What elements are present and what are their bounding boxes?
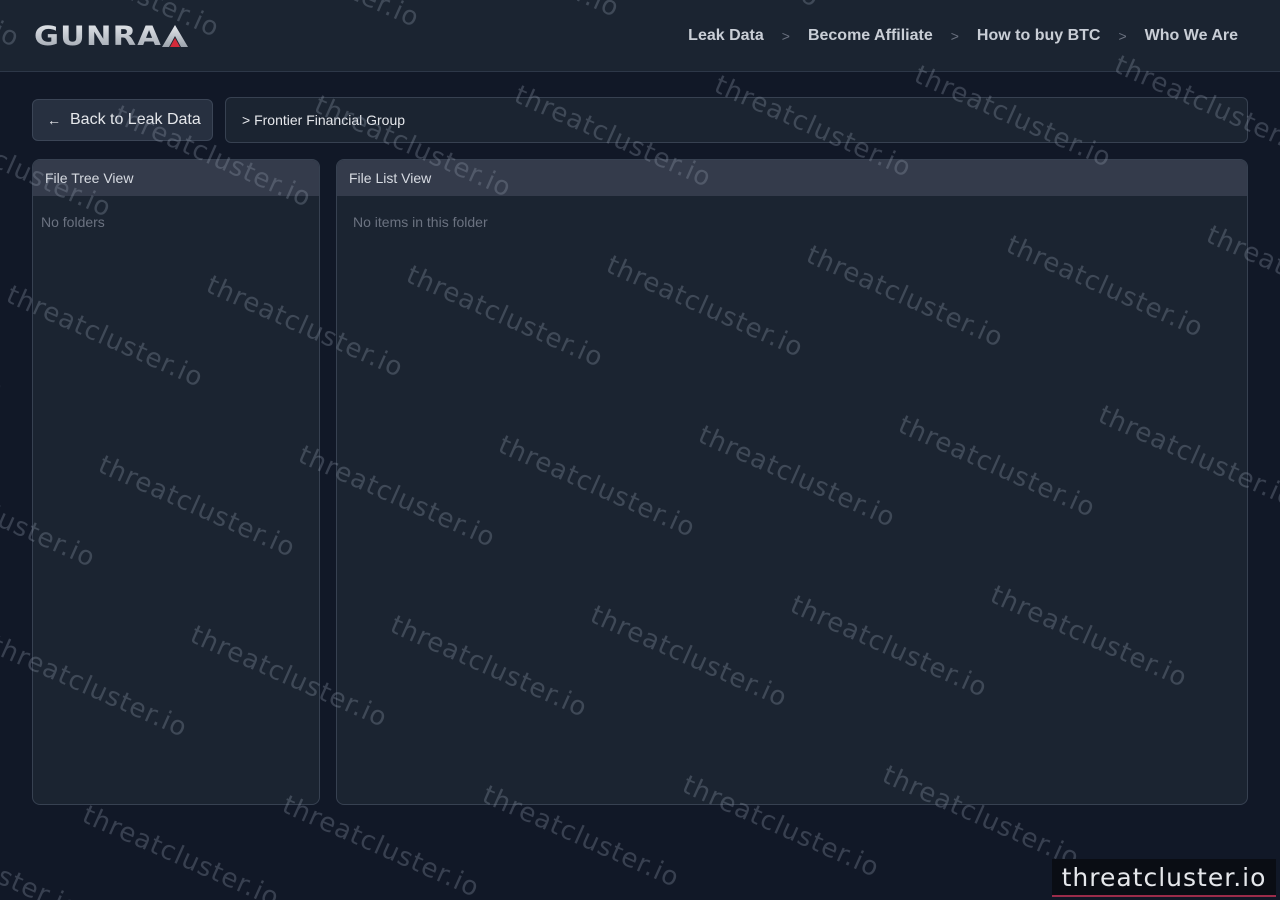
threatcluster-badge: threatcluster.io	[1052, 859, 1276, 897]
watermark-text: threatcluster.io	[0, 810, 84, 900]
back-to-leak-data-button[interactable]: ← Back to Leak Data	[32, 99, 213, 141]
arrow-left-icon: ←	[47, 112, 61, 128]
nav-separator: >	[950, 28, 959, 44]
watermark-text: threatcluster.io	[0, 290, 8, 404]
nav-become-affiliate[interactable]: Become Affiliate	[808, 27, 933, 45]
file-list-title: File List View	[349, 170, 432, 186]
site-header: GUNRA Leak Data > Become Affiliate > How…	[0, 0, 1280, 72]
file-list-header: File List View	[337, 160, 1247, 196]
watermark-text: threatcluster.io	[77, 800, 284, 900]
back-button-label: Back to Leak Data	[70, 111, 201, 128]
breadcrumb-current: > Frontier Financial Group	[242, 112, 406, 128]
nav-separator: >	[781, 28, 790, 44]
file-list-empty-message: No items in this folder	[353, 214, 488, 230]
nav-leak-data[interactable]: Leak Data	[688, 27, 764, 45]
gunra-logo[interactable]: GUNRA	[34, 22, 188, 48]
watermark-text: threatcluster.io	[277, 790, 484, 900]
nav-who-we-are[interactable]: Who We Are	[1145, 27, 1238, 45]
main-nav: Leak Data > Become Affiliate > How to bu…	[688, 26, 1238, 46]
nav-how-to-buy-btc[interactable]: How to buy BTC	[977, 27, 1101, 45]
breadcrumb-path: > Frontier Financial Group	[225, 97, 1248, 143]
file-tree-panel: File Tree View No folders	[32, 159, 320, 805]
file-tree-title: File Tree View	[45, 170, 134, 186]
file-tree-header: File Tree View	[33, 160, 319, 196]
file-tree-empty-message: No folders	[41, 214, 105, 230]
file-list-panel: File List View No items in this folder	[336, 159, 1248, 805]
svg-text:GUNRA: GUNRA	[34, 22, 162, 48]
nav-separator: >	[1118, 28, 1127, 44]
